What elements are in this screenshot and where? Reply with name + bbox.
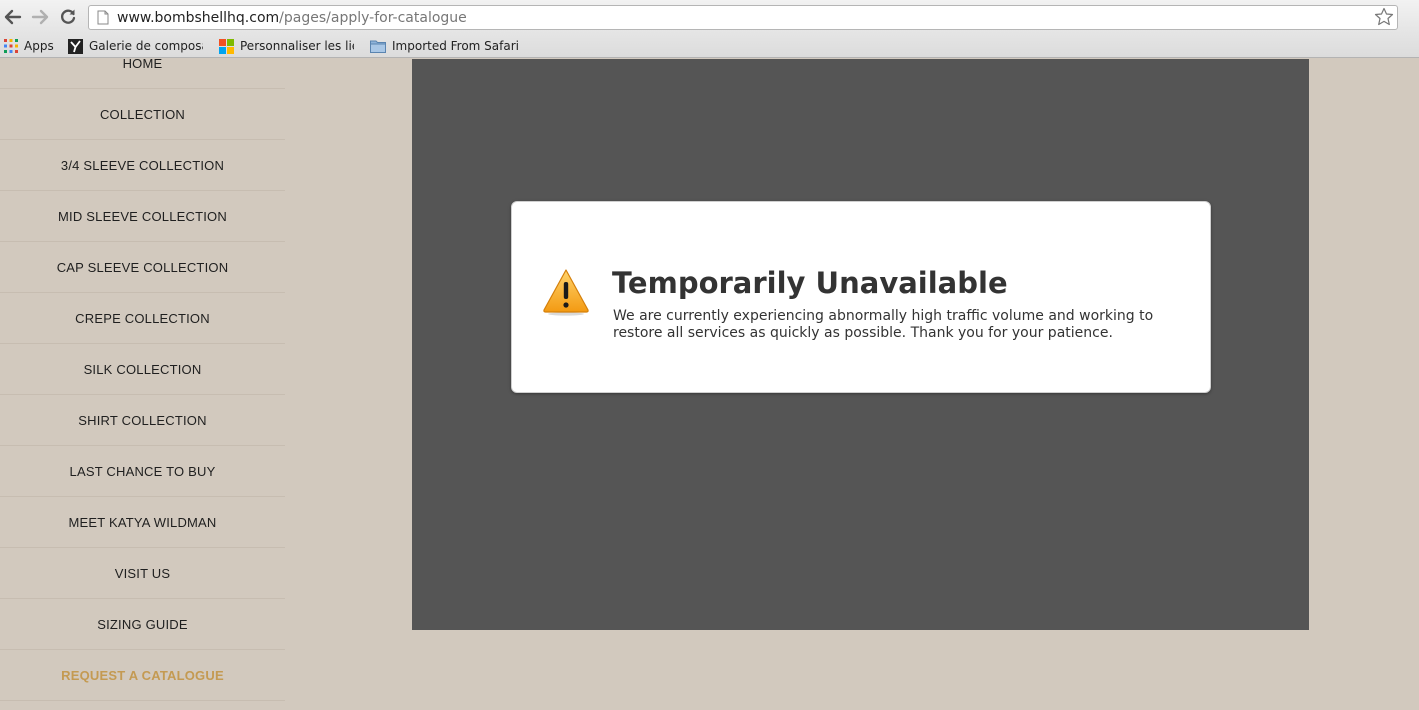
bookmarks-bar: Apps Galerie de composar Personnaliser l… bbox=[0, 34, 1419, 58]
sidebar-item-meet-katya[interactable]: MEET KATYA WILDMAN bbox=[0, 497, 285, 548]
unavailable-dialog: Temporarily Unavailable We are currently… bbox=[511, 201, 1211, 393]
sidebar-nav: HOME COLLECTION 3/4 SLEEVE COLLECTION MI… bbox=[0, 59, 285, 710]
address-bar[interactable]: www.bombshellhq.com/pages/apply-for-cata… bbox=[88, 5, 1398, 30]
reload-button[interactable] bbox=[58, 7, 78, 27]
back-button[interactable] bbox=[3, 7, 23, 27]
sidebar-item-silk[interactable]: SILK COLLECTION bbox=[0, 344, 285, 395]
warning-triangle-icon bbox=[543, 269, 589, 316]
browser-toolbar: www.bombshellhq.com/pages/apply-for-cata… bbox=[0, 0, 1419, 34]
back-arrow-icon bbox=[4, 9, 22, 25]
bookmark-galerie[interactable]: Galerie de composar bbox=[68, 37, 203, 55]
forward-arrow-icon bbox=[31, 9, 49, 25]
forward-button[interactable] bbox=[30, 7, 50, 27]
dialog-message: We are currently experiencing abnormally… bbox=[613, 308, 1154, 341]
sidebar-item-visit-us[interactable]: VISIT US bbox=[0, 548, 285, 599]
sidebar-item-collection[interactable]: COLLECTION bbox=[0, 89, 285, 140]
url-path: /pages/apply-for-catalogue bbox=[279, 9, 467, 26]
bookmark-star-icon[interactable] bbox=[1374, 7, 1394, 27]
bookmark-label: Apps bbox=[24, 39, 54, 53]
url-text: www.bombshellhq.com/pages/apply-for-cata… bbox=[117, 10, 467, 26]
sidebar-item-cap-sleeve[interactable]: CAP SLEEVE COLLECTION bbox=[0, 242, 285, 293]
sidebar-item-three-quarter-sleeve[interactable]: 3/4 SLEEVE COLLECTION bbox=[0, 140, 285, 191]
bookmark-site-icon bbox=[68, 38, 83, 54]
microsoft-logo-icon bbox=[219, 38, 234, 54]
sidebar-item-request-catalogue[interactable]: REQUEST A CATALOGUE bbox=[0, 650, 285, 701]
bookmark-imported-from-safari[interactable]: Imported From Safari bbox=[370, 37, 519, 55]
sidebar-item-home[interactable]: HOME bbox=[0, 59, 285, 89]
bookmark-label: Personnaliser les lien bbox=[240, 39, 354, 53]
bookmark-personnaliser[interactable]: Personnaliser les lien bbox=[219, 37, 354, 55]
reload-icon bbox=[61, 9, 76, 24]
sidebar-item-sizing-guide[interactable]: SIZING GUIDE bbox=[0, 599, 285, 650]
sidebar-item-last-chance[interactable]: LAST CHANCE TO BUY bbox=[0, 446, 285, 497]
sidebar-item-crepe[interactable]: CREPE COLLECTION bbox=[0, 293, 285, 344]
url-host: www.bombshellhq.com bbox=[117, 9, 280, 26]
dialog-title: Temporarily Unavailable bbox=[612, 266, 1008, 300]
sidebar-item-shirt[interactable]: SHIRT COLLECTION bbox=[0, 395, 285, 446]
bookmark-apps[interactable]: Apps bbox=[4, 37, 54, 55]
bookmark-label: Imported From Safari bbox=[392, 39, 520, 53]
page-icon bbox=[97, 10, 109, 25]
apps-grid-icon bbox=[4, 39, 18, 53]
bookmark-label: Galerie de composar bbox=[89, 39, 203, 53]
sidebar-item-mid-sleeve[interactable]: MID SLEEVE COLLECTION bbox=[0, 191, 285, 242]
folder-icon bbox=[370, 40, 386, 53]
